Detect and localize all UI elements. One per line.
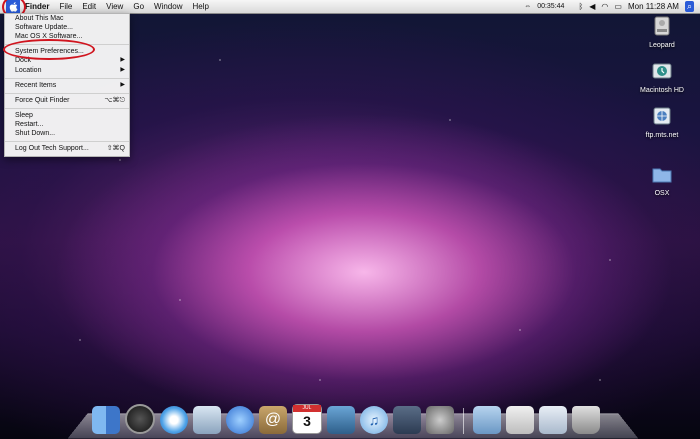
- timer-icon[interactable]: ⇔: [524, 3, 531, 10]
- dock-spaces-icon[interactable]: [393, 406, 421, 434]
- menu-separator: [5, 78, 129, 79]
- menu-item-location[interactable]: Location ▶: [15, 66, 125, 75]
- dock-documents-icon[interactable]: [506, 406, 534, 434]
- apple-menu-button[interactable]: [2, 0, 26, 18]
- menu-item-about-this-mac[interactable]: About This Mac: [15, 14, 125, 23]
- menu-window[interactable]: Window: [149, 0, 187, 13]
- menu-bar: Finder File Edit View Go Window Help ⇔ 0…: [0, 0, 700, 18]
- desktop-icon-ftp[interactable]: ftp.mts.net: [637, 105, 687, 139]
- menu-item-shut-down[interactable]: Shut Down...: [15, 129, 125, 138]
- menu-item-force-quit[interactable]: Force Quit Finder ⌥⌘⎋: [15, 96, 125, 105]
- desktop-icon-label: Leopard: [649, 42, 675, 49]
- dock-mail-icon[interactable]: [193, 406, 221, 434]
- time-machine-drive-icon: [652, 63, 672, 79]
- clock[interactable]: Mon 11:28 AM: [628, 2, 679, 11]
- wifi-icon[interactable]: ◠: [601, 2, 608, 11]
- menu-separator: [5, 93, 129, 94]
- desktop-icon-macintosh-hd[interactable]: Macintosh HD: [637, 60, 687, 94]
- menu-extras: ⇔ 00:35:44 ᛒ ◀ ◠ ▭ Mon 11:28 AM ⌕: [524, 0, 694, 13]
- folder-icon: [652, 168, 672, 183]
- menu-separator: [5, 108, 129, 109]
- display-icon[interactable]: ▭: [614, 2, 622, 11]
- menu-go[interactable]: Go: [128, 0, 149, 13]
- dock-finder-icon[interactable]: [92, 406, 120, 434]
- menu-item-sleep[interactable]: Sleep: [15, 111, 125, 120]
- timer-readout[interactable]: 00:35:44: [537, 3, 564, 10]
- bluetooth-icon[interactable]: ᛒ: [578, 2, 583, 11]
- menu-item-recent-items[interactable]: Recent Items ▶: [15, 81, 125, 90]
- ical-month: JUL: [293, 405, 321, 412]
- dock-divider: [463, 408, 464, 434]
- dock-ical-icon[interactable]: JUL 3: [292, 404, 322, 434]
- dock-system-preferences-icon[interactable]: [426, 406, 454, 434]
- desktop-icon-leopard[interactable]: Leopard: [637, 15, 687, 49]
- hard-drive-icon: [654, 16, 670, 36]
- dock-safari-icon[interactable]: [160, 406, 188, 434]
- desktop-icon-label: ftp.mts.net: [645, 132, 679, 139]
- apple-menu-dropdown: About This Mac Software Update... Mac OS…: [4, 13, 130, 157]
- volume-icon[interactable]: ◀: [589, 2, 595, 11]
- menu-view[interactable]: View: [101, 0, 128, 13]
- menu-separator: [5, 141, 129, 142]
- desktop-icon-osx[interactable]: OSX: [637, 163, 687, 197]
- menu-item-restart[interactable]: Restart...: [15, 120, 125, 129]
- spotlight-icon[interactable]: ⌕: [684, 1, 694, 12]
- desktop-icon-label: Macintosh HD: [640, 87, 684, 94]
- system-preferences-highlight-oval: [3, 39, 95, 60]
- dock-trash-icon[interactable]: [572, 406, 600, 434]
- menu-file[interactable]: File: [54, 0, 77, 13]
- dock-ichat-icon[interactable]: [226, 406, 254, 434]
- network-drive-icon: [653, 107, 671, 125]
- dock-applications-folder-icon[interactable]: [473, 406, 501, 434]
- desktop-icon-label: OSX: [654, 190, 670, 197]
- menu-item-log-out[interactable]: Log Out Tech Support... ⇧⌘Q: [15, 144, 125, 153]
- menu-help[interactable]: Help: [187, 0, 213, 13]
- dock-itunes-icon[interactable]: ♫: [360, 406, 388, 434]
- menu-item-software-update[interactable]: Software Update...: [15, 23, 125, 32]
- dock: @ JUL 3 ♫: [92, 394, 600, 434]
- menu-edit[interactable]: Edit: [77, 0, 101, 13]
- dock-dashboard-icon[interactable]: [125, 404, 155, 434]
- dock-downloads-icon[interactable]: [539, 406, 567, 434]
- dock-iphoto-icon[interactable]: [327, 406, 355, 434]
- ical-day: 3: [303, 413, 311, 429]
- dock-address-book-icon[interactable]: @: [259, 406, 287, 434]
